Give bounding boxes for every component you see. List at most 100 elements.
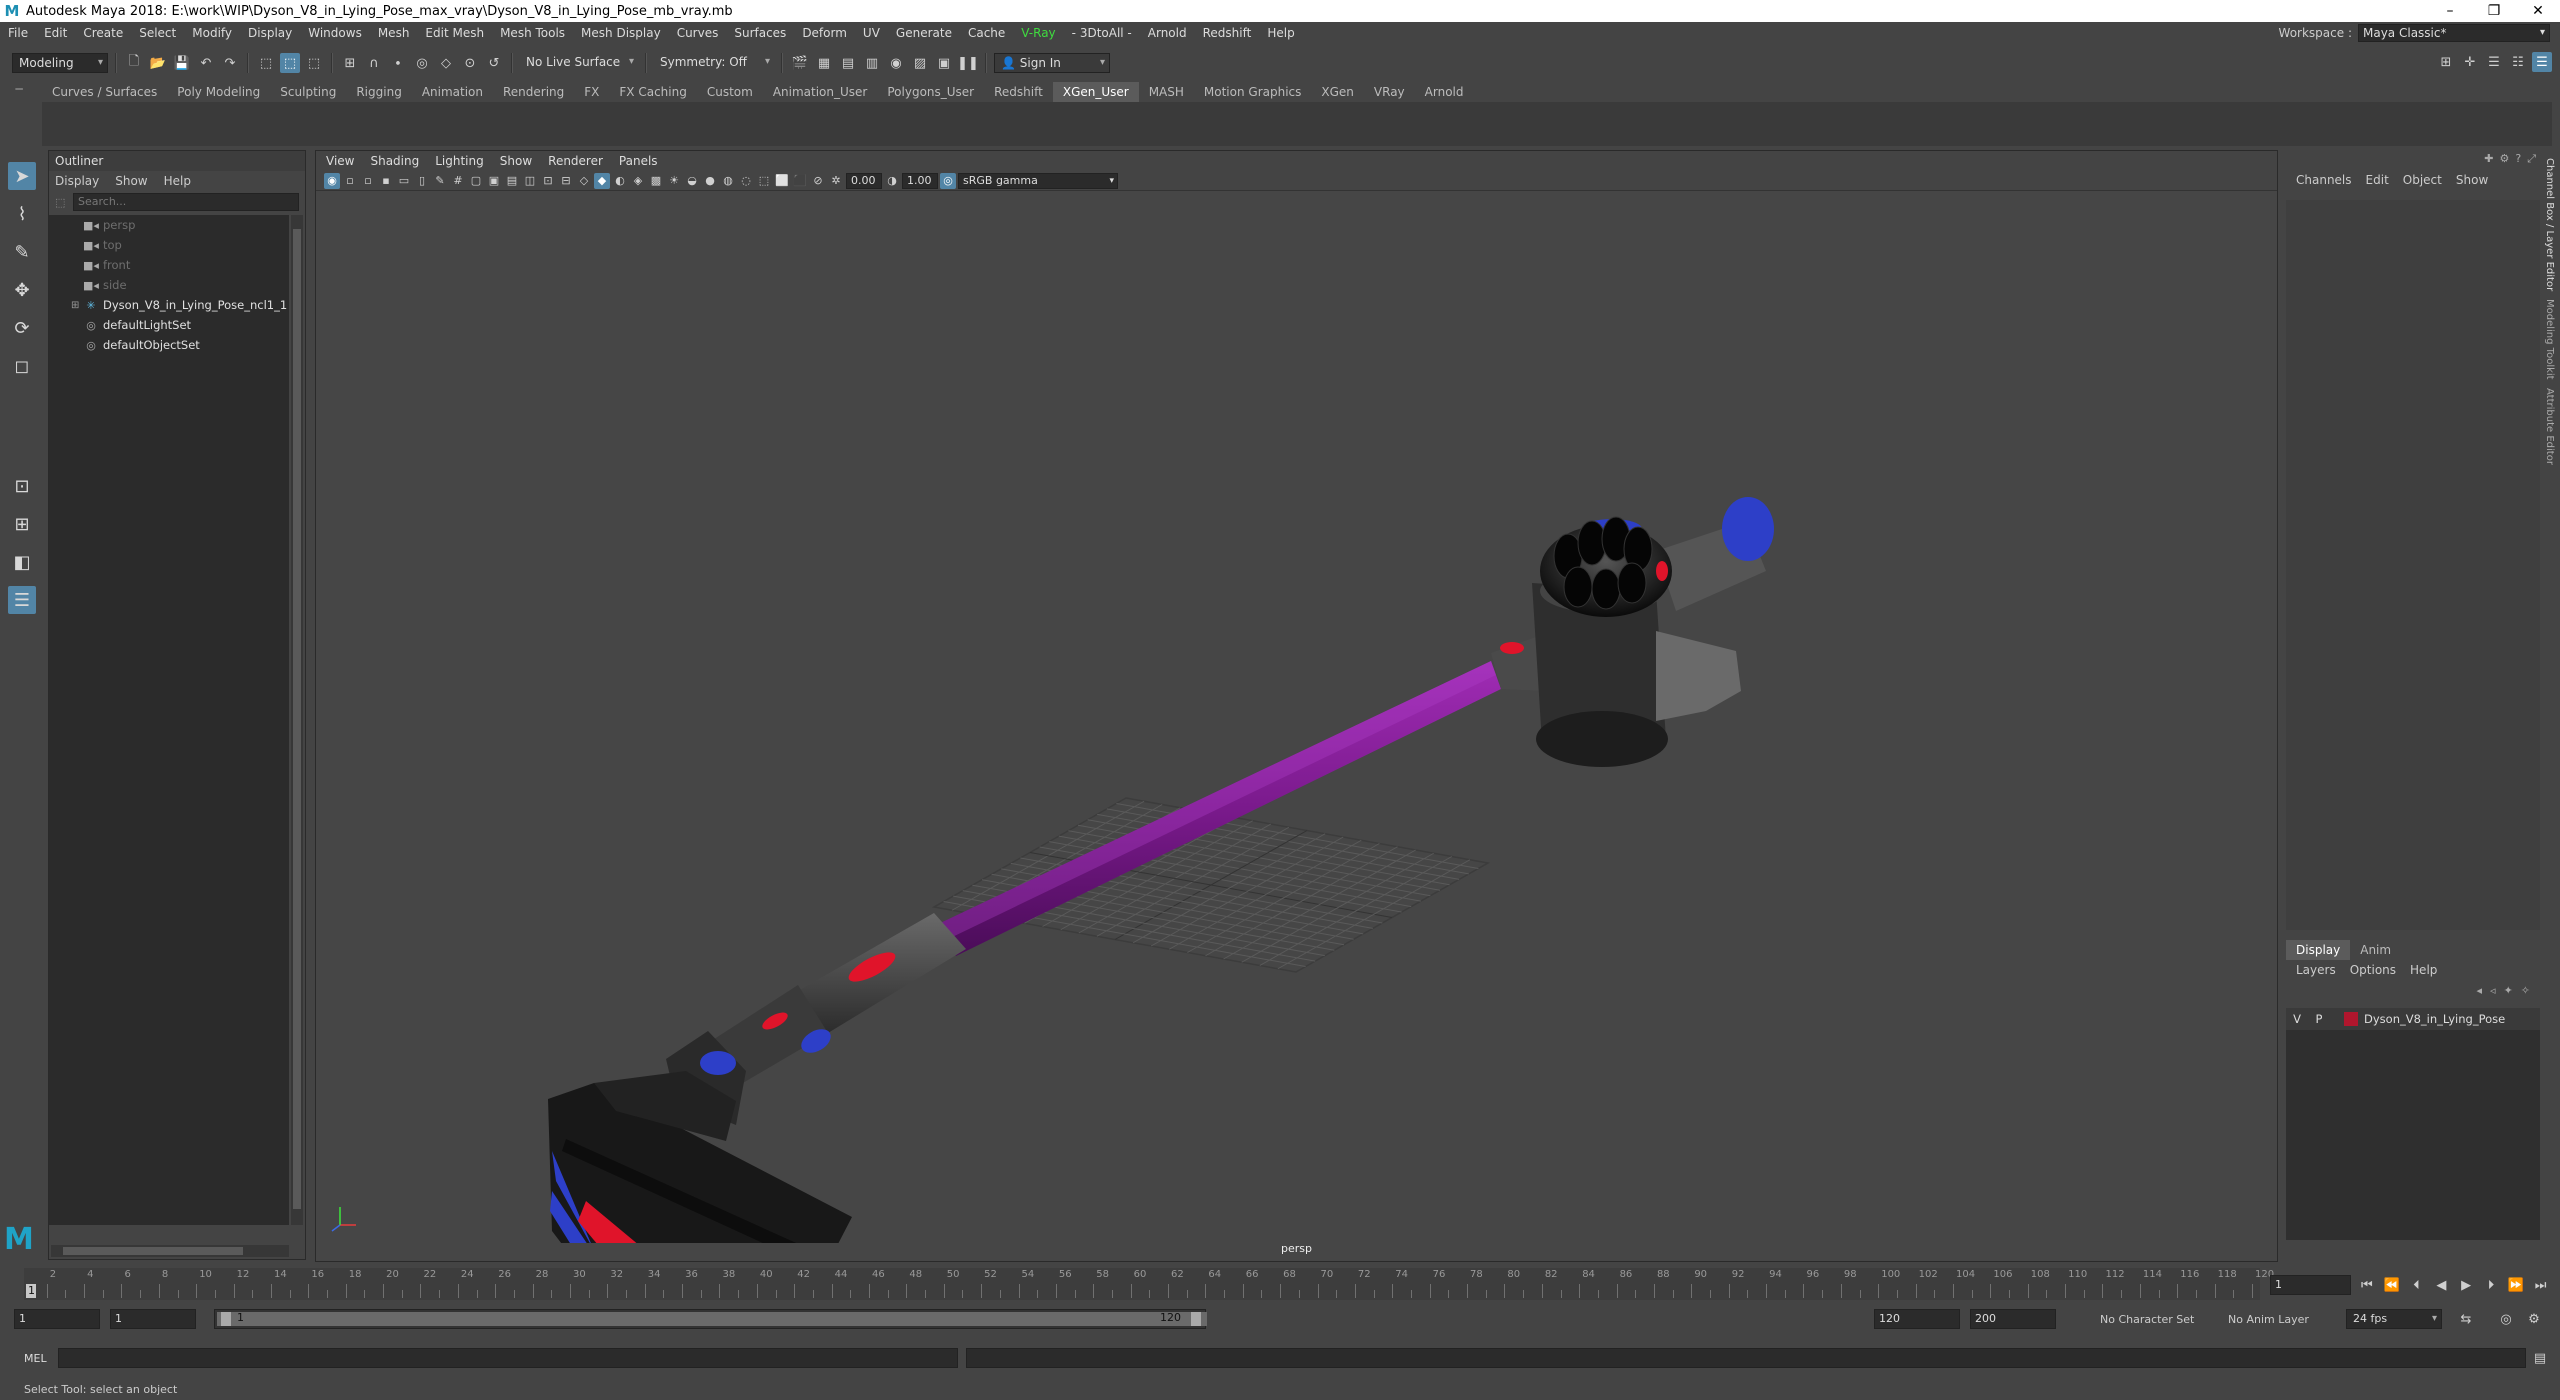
character-set-dropdown[interactable]: No Character Set [2100, 1313, 2194, 1326]
outliner-menu-show[interactable]: Show [115, 171, 147, 191]
menu-file[interactable]: File [0, 26, 36, 40]
layer-playback-toggle[interactable]: P [2308, 1012, 2330, 1026]
go-to-start-icon[interactable]: ⏮ [2357, 1275, 2376, 1295]
shelf-tab-animation[interactable]: Animation [412, 82, 493, 102]
edit-menu[interactable]: Edit [2366, 170, 2389, 190]
menu-modify[interactable]: Modify [184, 26, 240, 40]
shelf-tab-xgen-user[interactable]: XGen_User [1052, 82, 1139, 102]
select-camera-icon[interactable]: ◉ [324, 172, 340, 189]
snap-projected-icon[interactable]: ◎ [412, 53, 432, 73]
resolution-gate-icon[interactable]: ▣ [486, 173, 502, 189]
move-layer-down-icon[interactable]: ◃ [2490, 984, 2496, 997]
snap-view-plane-icon[interactable]: ◇ [436, 53, 456, 73]
menu-mesh[interactable]: Mesh [370, 26, 418, 40]
menu-windows[interactable]: Windows [300, 26, 370, 40]
workspace-dropdown[interactable]: Maya Classic* ▾ [2358, 24, 2550, 42]
exposure-field[interactable]: 0.00 [846, 172, 882, 189]
step-back-key-icon[interactable]: ⏪ [2382, 1275, 2401, 1295]
viewport-menu-renderer[interactable]: Renderer [548, 151, 603, 171]
menu-create[interactable]: Create [75, 26, 131, 40]
character-controls-icon[interactable]: ✛ [2460, 52, 2480, 72]
filter-icon[interactable]: ⬚ [55, 196, 65, 209]
expand-icon[interactable]: ⊞ [71, 300, 83, 311]
gamma-icon[interactable]: ◑ [884, 173, 900, 189]
restore-button[interactable]: ❐ [2472, 0, 2516, 22]
menu-display[interactable]: Display [240, 26, 300, 40]
motion-blur-icon[interactable]: ◍ [720, 173, 736, 189]
shelf-tab-fx-caching[interactable]: FX Caching [609, 82, 696, 102]
make-live-icon[interactable]: ⊙ [460, 53, 480, 73]
command-input[interactable] [58, 1348, 958, 1368]
xray-icon[interactable]: ⬜ [774, 173, 790, 189]
symmetry-dropdown[interactable]: Symmetry: Off [654, 53, 774, 73]
grease-pencil-icon[interactable]: ✎ [432, 173, 448, 189]
help-menu[interactable]: Help [2410, 960, 2437, 980]
outliner-menu-help[interactable]: Help [164, 171, 191, 191]
shelf-tab-curves-surfaces[interactable]: Curves / Surfaces [42, 82, 167, 102]
bookmarks-icon[interactable]: ▪ [378, 173, 394, 189]
color-management-icon[interactable]: ◎ [940, 172, 956, 189]
layer-row[interactable]: V P Dyson_V8_in_Lying_Pose [2286, 1008, 2540, 1030]
shelf-tab-xgen[interactable]: XGen [1311, 82, 1364, 102]
start-time-field[interactable]: 1 [14, 1309, 100, 1329]
menu-select[interactable]: Select [131, 26, 184, 40]
rotate-tool-icon[interactable]: ⟳ [8, 314, 36, 342]
loop-icon[interactable]: ⇆ [2456, 1309, 2476, 1329]
step-forward-key-icon[interactable]: ⏩ [2506, 1275, 2525, 1295]
save-scene-icon[interactable]: 💾 [172, 53, 192, 73]
image-plane-icon[interactable]: ▭ [396, 173, 412, 189]
textured-icon[interactable]: ▩ [648, 173, 664, 189]
render-view-icon[interactable]: ▨ [910, 53, 930, 73]
tool-settings-icon[interactable]: ☷ [2508, 52, 2528, 72]
snap-curve-icon[interactable]: ∩ [364, 53, 384, 73]
channels-menu[interactable]: Channels [2296, 170, 2352, 190]
select-component-icon[interactable]: ⬚ [304, 53, 324, 73]
gate-mask-icon[interactable]: ▤ [504, 173, 520, 189]
render-settings-icon[interactable]: ▥ [862, 53, 882, 73]
single-perspective-view-icon[interactable]: ⊡ [8, 472, 36, 500]
wireframe-icon[interactable]: ◇ [576, 173, 592, 189]
shelf-tab-redshift[interactable]: Redshift [984, 82, 1053, 102]
select-tool-icon[interactable]: ➤ [8, 162, 36, 190]
move-layer-up-icon[interactable]: ◂ [2477, 984, 2483, 997]
xray-joints-icon[interactable]: ⬛ [792, 173, 808, 189]
outliner-menu-display[interactable]: Display [55, 171, 99, 191]
menu-mesh-tools[interactable]: Mesh Tools [492, 26, 573, 40]
camera-attributes-icon[interactable]: ▫ [360, 173, 376, 189]
render-sequence-icon[interactable]: ▦ [814, 53, 834, 73]
minimize-button[interactable]: – [2428, 0, 2472, 22]
viewport-menu-shading[interactable]: Shading [370, 151, 419, 171]
outliner-item[interactable]: ■◂ top [49, 235, 289, 255]
render-frame-icon[interactable]: 🎬 [790, 53, 810, 73]
isolate-select-icon[interactable]: ⬚ [756, 173, 772, 189]
help-icon[interactable]: ? [2515, 152, 2521, 166]
step-forward-frame-icon[interactable]: ⏵ [2482, 1275, 2501, 1295]
shelf-tab-mash[interactable]: MASH [1139, 82, 1194, 102]
show-menu[interactable]: Show [2456, 170, 2488, 190]
open-scene-icon[interactable]: 📂 [148, 53, 168, 73]
tab-attribute-editor[interactable]: Attribute Editor [2544, 388, 2555, 465]
gamma-field[interactable]: 1.00 [902, 172, 938, 189]
shelf-tab-sculpting[interactable]: Sculpting [270, 82, 346, 102]
shelf-tab-arnold[interactable]: Arnold [1415, 82, 1474, 102]
fps-dropdown[interactable]: 24 fps [2346, 1309, 2442, 1329]
attribute-editor-icon[interactable]: ☰ [2484, 52, 2504, 72]
menu-uv[interactable]: UV [855, 26, 888, 40]
move-tool-icon[interactable]: ✥ [8, 276, 36, 304]
live-surface-field[interactable]: No Live Surface [520, 53, 638, 73]
viewport-menu-show[interactable]: Show [500, 151, 532, 171]
outliner-item[interactable]: ■◂ side [49, 275, 289, 295]
menu-help[interactable]: Help [1259, 26, 1302, 40]
menu-generate[interactable]: Generate [888, 26, 960, 40]
outliner-item[interactable]: ◎ defaultObjectSet [49, 335, 289, 355]
grid-icon[interactable]: # [450, 173, 466, 189]
current-frame-field[interactable]: 1 [2270, 1275, 2352, 1295]
undo-icon[interactable]: ↶ [196, 53, 216, 73]
vray-render-icon[interactable]: ▣ [934, 53, 954, 73]
outliner-item[interactable]: ⊞ ✳ Dyson_V8_in_Lying_Pose_ncl1_1 [49, 295, 289, 315]
color-space-dropdown[interactable]: sRGB gamma ▾ [958, 172, 1118, 189]
object-menu[interactable]: Object [2403, 170, 2442, 190]
outliner-search-input[interactable]: Search... [73, 193, 299, 211]
range-slider[interactable]: 1 120 [214, 1309, 1207, 1329]
film-gate-icon[interactable]: ▢ [468, 173, 484, 189]
